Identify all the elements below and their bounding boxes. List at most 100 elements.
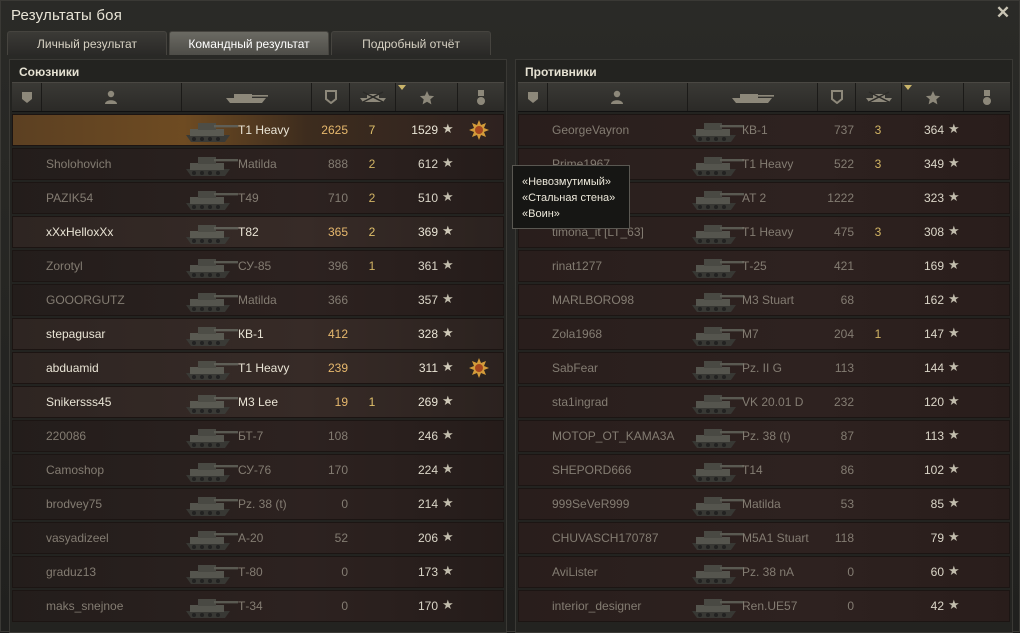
player-row[interactable]: T1 Heavy 2625 7 1529 ★ bbox=[12, 114, 504, 146]
player-name: Snikersss45 bbox=[46, 395, 112, 409]
player-row[interactable]: GeorgeVayron КВ-1 737 3 364 ★ bbox=[518, 114, 1010, 146]
player-row[interactable]: Zola1968 M7 204 1 147 ★ bbox=[518, 318, 1010, 350]
close-icon[interactable]: ✕ bbox=[995, 4, 1011, 21]
experience-star-icon: ★ bbox=[948, 155, 960, 170]
damage-value: 366 bbox=[327, 293, 348, 307]
damage-value: 737 bbox=[833, 123, 854, 137]
player-row[interactable]: AviLister Pz. 38 nA 0 60 ★ bbox=[518, 556, 1010, 588]
player-row[interactable]: interior_designer Ren.UE57 0 42 ★ bbox=[518, 590, 1010, 622]
damage-icon bbox=[831, 90, 843, 104]
player-row[interactable]: 220086 БТ-7 108 246 ★ bbox=[12, 420, 504, 452]
player-row[interactable]: PAZIK54 T49 710 2 510 ★ bbox=[12, 182, 504, 214]
damage-value: 412 bbox=[327, 327, 348, 341]
experience-value: 369 bbox=[417, 225, 438, 239]
player-row[interactable]: rinat1277 Т-25 421 169 ★ bbox=[518, 250, 1010, 282]
player-row[interactable]: brodvey75 Pz. 38 (t) 0 214 ★ bbox=[12, 488, 504, 520]
column-squad[interactable] bbox=[12, 83, 42, 111]
player-name: AviLister bbox=[552, 565, 598, 579]
kills-value: 1 bbox=[368, 395, 376, 409]
column-medals[interactable] bbox=[458, 83, 504, 111]
column-medals[interactable] bbox=[964, 83, 1010, 111]
column-kills[interactable] bbox=[856, 83, 902, 111]
vehicle-name: Matilda bbox=[742, 497, 781, 511]
column-damage[interactable] bbox=[818, 83, 856, 111]
tab-detailed-report[interactable]: Подробный отчёт bbox=[331, 31, 491, 55]
player-row[interactable]: 999SeVeR999 Matilda 53 85 ★ bbox=[518, 488, 1010, 520]
kills-value: 3 bbox=[874, 123, 882, 137]
experience-value: 364 bbox=[923, 123, 944, 137]
player-row[interactable]: Sholohovich Matilda 888 2 612 ★ bbox=[12, 148, 504, 180]
tank-icon bbox=[226, 94, 268, 103]
player-name: GOOORGUTZ bbox=[46, 293, 125, 307]
vehicle-icon bbox=[686, 489, 746, 519]
player-row[interactable]: xXxHelloxXx T82 365 2 369 ★ bbox=[12, 216, 504, 248]
column-vehicle[interactable] bbox=[688, 83, 818, 111]
experience-star-icon: ★ bbox=[948, 393, 960, 408]
player-row[interactable]: GOOORGUTZ Matilda 366 357 ★ bbox=[12, 284, 504, 316]
column-squad[interactable] bbox=[518, 83, 548, 111]
column-kills[interactable] bbox=[350, 83, 396, 111]
column-player[interactable] bbox=[42, 83, 182, 111]
player-row[interactable]: Zorotyl СУ-85 396 1 361 ★ bbox=[12, 250, 504, 282]
damage-value: 0 bbox=[341, 565, 348, 579]
vehicle-icon bbox=[686, 353, 746, 383]
experience-star-icon: ★ bbox=[948, 223, 960, 238]
vehicle-icon bbox=[180, 115, 240, 145]
experience-star-icon: ★ bbox=[442, 597, 454, 612]
enemies-title: Противники bbox=[525, 65, 597, 79]
player-row[interactable]: sta1ingrad VK 20.01 D 232 120 ★ bbox=[518, 386, 1010, 418]
player-row[interactable]: Snikersss45 M3 Lee 19 1 269 ★ bbox=[12, 386, 504, 418]
damage-value: 19 bbox=[334, 395, 348, 409]
column-vehicle[interactable] bbox=[182, 83, 312, 111]
damage-value: 396 bbox=[327, 259, 348, 273]
vehicle-icon bbox=[180, 421, 240, 451]
player-name: stepagusar bbox=[46, 327, 106, 341]
experience-star-icon: ★ bbox=[948, 563, 960, 578]
player-icon bbox=[105, 90, 117, 104]
player-row[interactable]: SHEPORD666 T14 86 102 ★ bbox=[518, 454, 1010, 486]
tank-icon bbox=[732, 94, 774, 103]
column-player[interactable] bbox=[548, 83, 688, 111]
damage-value: 888 bbox=[327, 157, 348, 171]
enemies-column-header bbox=[518, 82, 1010, 112]
kills-value: 3 bbox=[874, 157, 882, 171]
vehicle-name: T1 Heavy bbox=[742, 225, 794, 239]
experience-value: 162 bbox=[923, 293, 944, 307]
experience-value: 323 bbox=[923, 191, 944, 205]
experience-value: 42 bbox=[930, 599, 944, 613]
damage-value: 1222 bbox=[827, 191, 854, 205]
vehicle-icon bbox=[686, 251, 746, 281]
tab-team-result[interactable]: Командный результат bbox=[169, 31, 329, 55]
experience-value: 246 bbox=[417, 429, 438, 443]
medal-icon[interactable] bbox=[468, 357, 490, 379]
player-row[interactable]: SabFear Pz. II G 113 144 ★ bbox=[518, 352, 1010, 384]
medal-icon[interactable] bbox=[468, 119, 490, 141]
experience-star-icon: ★ bbox=[948, 121, 960, 136]
damage-value: 0 bbox=[341, 497, 348, 511]
player-row[interactable]: vasyadizeel А-20 52 206 ★ bbox=[12, 522, 504, 554]
player-row[interactable]: maks_snejnoe Т-34 0 170 ★ bbox=[12, 590, 504, 622]
player-name: brodvey75 bbox=[46, 497, 103, 511]
player-row[interactable]: stepagusar КВ-1 412 328 ★ bbox=[12, 318, 504, 350]
vehicle-name: Pz. 38 nA bbox=[742, 565, 795, 579]
medals-tooltip: «Невозмутимый» «Стальная стена» «Воин» bbox=[512, 165, 630, 229]
player-row[interactable]: abduamid T1 Heavy 239 311 ★ bbox=[12, 352, 504, 384]
player-name: maks_snejnoe bbox=[46, 599, 124, 613]
column-damage[interactable] bbox=[312, 83, 350, 111]
vehicle-icon bbox=[180, 489, 240, 519]
column-experience[interactable] bbox=[902, 83, 964, 111]
tab-personal-result[interactable]: Личный результат bbox=[7, 31, 167, 55]
kills-value: 2 bbox=[368, 157, 376, 171]
column-experience[interactable] bbox=[396, 83, 458, 111]
player-row[interactable]: Camoshop СУ-76 170 224 ★ bbox=[12, 454, 504, 486]
experience-star-icon bbox=[419, 91, 435, 105]
player-row[interactable]: CHUVASCH170787 M5A1 Stuart 118 79 ★ bbox=[518, 522, 1010, 554]
damage-value: 0 bbox=[847, 565, 854, 579]
vehicle-icon bbox=[180, 285, 240, 315]
player-row[interactable]: MARLBORO98 M3 Stuart 68 162 ★ bbox=[518, 284, 1010, 316]
vehicle-icon bbox=[180, 387, 240, 417]
player-row[interactable]: graduz13 Т-80 0 173 ★ bbox=[12, 556, 504, 588]
destroyed-icon bbox=[866, 91, 892, 103]
vehicle-icon bbox=[686, 115, 746, 145]
player-row[interactable]: MOTOP_OT_KAMA3A Pz. 38 (t) 87 113 ★ bbox=[518, 420, 1010, 452]
